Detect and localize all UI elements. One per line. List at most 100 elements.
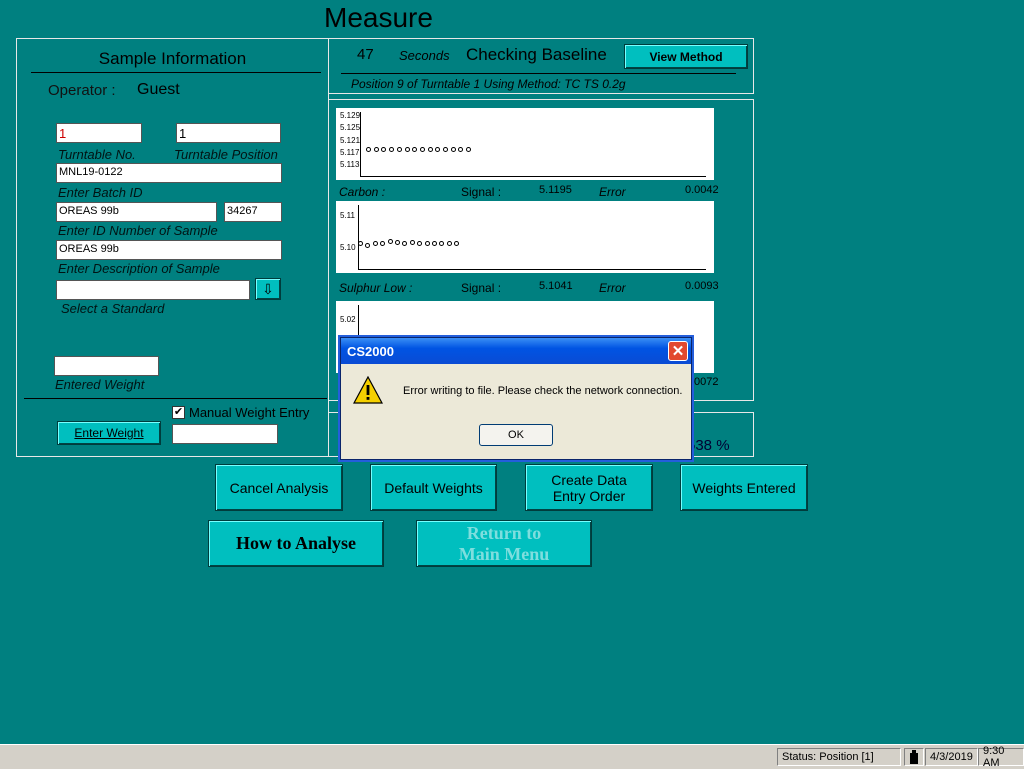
how-to-analyse-button[interactable]: How to Analyse xyxy=(208,520,384,567)
enter-weight-button[interactable]: Enter Weight xyxy=(57,421,161,445)
lock-icon xyxy=(904,748,924,766)
return-to-main-menu-button[interactable]: Return to Main Menu xyxy=(416,520,592,567)
divider xyxy=(31,72,321,73)
sample-id-input[interactable]: OREAS 99b xyxy=(56,202,217,222)
standard-label: Select a Standard xyxy=(61,301,165,316)
percent-value: 538 % xyxy=(687,437,730,454)
operator-label: Operator : xyxy=(48,82,116,99)
sulphur-points xyxy=(336,201,714,273)
weight-label: Entered Weight xyxy=(55,377,145,392)
manual-weight-label: Manual Weight Entry xyxy=(189,405,310,420)
close-icon: ✕ xyxy=(671,343,685,360)
turntable-no-label: Turntable No. xyxy=(58,147,136,162)
create-data-entry-order-button[interactable]: Create Data Entry Order xyxy=(525,464,653,511)
data-point xyxy=(412,146,418,152)
dialog-message: Error writing to file. Please check the … xyxy=(403,385,683,397)
data-point xyxy=(358,241,363,247)
default-weights-button[interactable]: Default Weights xyxy=(370,464,497,511)
data-point xyxy=(365,243,371,248)
carbon-signal-value: 5.1195 xyxy=(539,184,572,196)
data-point xyxy=(417,241,423,247)
sample-id-label: Enter ID Number of Sample xyxy=(58,223,218,238)
seconds-value: 47 xyxy=(357,46,374,63)
sulphur-error-value: 0.0093 xyxy=(685,280,719,292)
sample-info-panel: Sample Information Operator : Guest 1 1 … xyxy=(16,38,329,457)
carbon-error-value: 0.0042 xyxy=(685,184,719,196)
data-point xyxy=(466,146,472,152)
page-title: Measure xyxy=(324,2,433,33)
dialog-close-button[interactable]: ✕ xyxy=(668,341,688,361)
operator-value: Guest xyxy=(137,81,180,98)
ok-button[interactable]: OK xyxy=(479,424,553,446)
analysis-status-panel: 47 Seconds Checking Baseline View Method… xyxy=(328,38,754,94)
cancel-analysis-button[interactable]: Cancel Analysis xyxy=(215,464,343,511)
dialog-title-bar: CS2000 xyxy=(341,338,691,364)
data-point xyxy=(443,146,448,152)
manual-weight-input[interactable] xyxy=(172,424,278,444)
data-point xyxy=(432,241,437,247)
status-text: Status: Position [1] xyxy=(777,748,901,766)
data-point xyxy=(387,239,393,245)
third-error-value: 0072 xyxy=(694,376,719,388)
divider xyxy=(341,73,736,74)
turntable-position-input[interactable]: 1 xyxy=(176,123,281,143)
sample-number-input[interactable]: 34267 xyxy=(224,202,282,222)
error-dialog: CS2000 ✕ Error writing to file. Please c… xyxy=(340,337,692,460)
sulphur-error-label: Error xyxy=(599,281,626,295)
carbon-label: Carbon : xyxy=(339,185,386,199)
data-point xyxy=(450,146,456,152)
standard-select-input[interactable] xyxy=(56,280,250,300)
data-point xyxy=(439,241,445,247)
turntable-no-input[interactable]: 1 xyxy=(56,123,142,143)
data-point xyxy=(396,146,402,152)
data-point xyxy=(454,241,460,247)
data-point xyxy=(380,241,386,247)
data-point xyxy=(435,146,441,152)
carbon-points xyxy=(336,108,714,180)
data-point xyxy=(404,146,410,152)
turntable-position-label: Turntable Position xyxy=(174,147,278,162)
status-time: 9:30 AM xyxy=(978,745,1024,769)
sample-description-label: Enter Description of Sample xyxy=(58,261,220,276)
data-point xyxy=(424,241,430,247)
y-tick-label: 5.02 xyxy=(340,315,356,324)
standard-dropdown-button[interactable]: ⇩ xyxy=(255,278,281,300)
weights-entered-button[interactable]: Weights Entered xyxy=(680,464,808,511)
sulphur-signal-label: Signal : xyxy=(461,281,502,295)
status-date: 4/3/2019 xyxy=(925,748,978,766)
sulphur-chart: 5.11 5.10 xyxy=(336,201,714,273)
status-bar: Status: Position [1] 4/3/2019 9:30 AM xyxy=(0,744,1024,769)
divider xyxy=(24,398,327,399)
view-method-button[interactable]: View Method xyxy=(624,44,748,69)
data-point xyxy=(373,146,379,152)
data-point xyxy=(458,146,464,152)
carbon-signal-label: Signal : xyxy=(461,185,502,199)
sample-description-input[interactable]: OREAS 99b xyxy=(56,240,282,260)
arrow-down-icon: ⇩ xyxy=(262,280,274,297)
data-point xyxy=(366,146,371,152)
check-icon: ✔ xyxy=(173,406,184,418)
data-point xyxy=(402,241,408,247)
position-text: Position 9 of Turntable 1 Using Method: … xyxy=(351,77,626,91)
weight-input[interactable] xyxy=(54,356,159,376)
data-point xyxy=(372,241,378,247)
data-point xyxy=(419,146,425,152)
data-point xyxy=(389,146,395,152)
batch-id-label: Enter Batch ID xyxy=(58,185,143,200)
data-point xyxy=(409,240,415,246)
data-point xyxy=(381,146,387,152)
sulphur-signal-value: 5.1041 xyxy=(539,280,573,292)
seconds-label: Seconds xyxy=(399,48,450,63)
carbon-chart: 5.129 5.125 5.121 5.117 5.113 xyxy=(336,108,714,180)
carbon-error-label: Error xyxy=(599,185,626,199)
data-point xyxy=(446,241,452,247)
manual-weight-checkbox[interactable]: ✔ xyxy=(172,406,185,419)
analysis-state: Checking Baseline xyxy=(466,45,607,64)
sulphur-label: Sulphur Low : xyxy=(339,281,413,295)
warning-icon xyxy=(352,375,384,409)
data-point xyxy=(427,146,433,152)
batch-id-input[interactable]: MNL19-0122 xyxy=(56,163,282,183)
data-point xyxy=(395,240,400,246)
dialog-title: CS2000 xyxy=(347,343,394,359)
sample-info-heading: Sample Information xyxy=(98,49,247,68)
